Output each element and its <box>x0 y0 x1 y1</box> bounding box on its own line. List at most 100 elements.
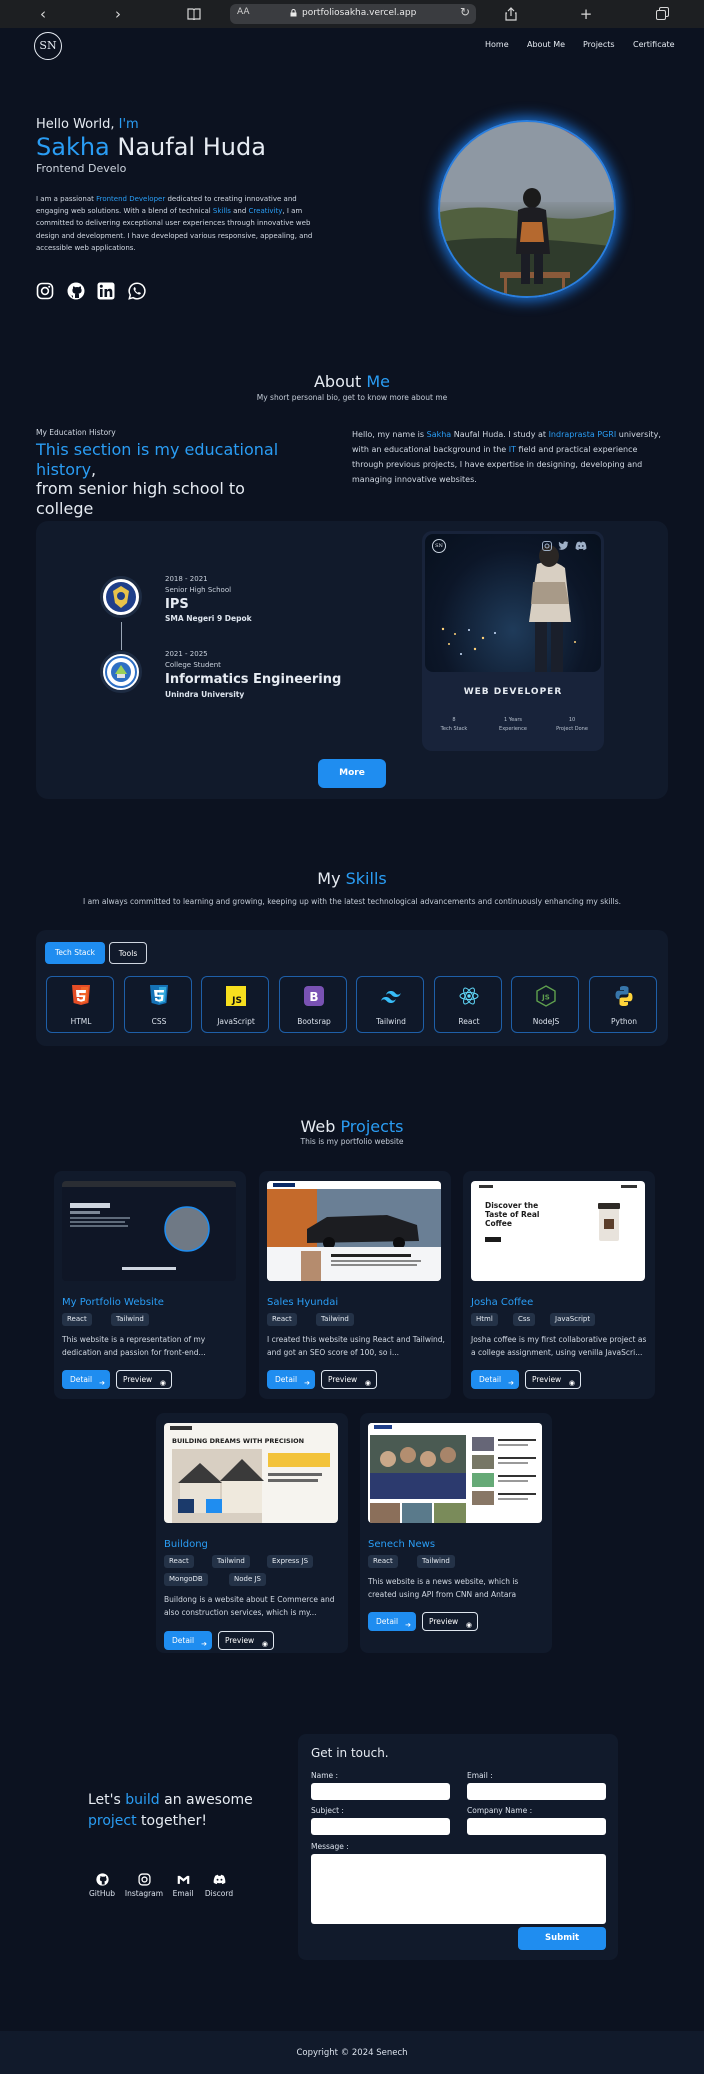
detail-button[interactable]: Detail ➔ <box>267 1370 315 1389</box>
project-title[interactable]: My Portfolio Website <box>62 1297 164 1308</box>
javascript-icon: JS <box>226 986 246 1006</box>
preview-button[interactable]: Preview ◉ <box>525 1370 581 1389</box>
text-size-button[interactable]: AA <box>237 7 250 17</box>
hero-description: I am a passionat Frontend Developer dedi… <box>36 193 318 254</box>
cta-text: an awesome <box>159 1792 253 1808</box>
instagram-icon[interactable] <box>542 541 552 551</box>
email-input[interactable] <box>467 1783 606 1800</box>
lock-icon <box>290 9 297 17</box>
desc-accent: Creativity <box>248 207 283 216</box>
project-title[interactable]: Senech News <box>368 1539 435 1550</box>
name-input[interactable] <box>311 1783 450 1800</box>
form-title: Get in touch. <box>311 1746 389 1760</box>
company-label: Company Name : <box>467 1806 533 1815</box>
preview-label: Preview <box>123 1375 153 1384</box>
profile-card: SN WEB DEVELOPER 8 Tech Stack 1 Years Expe… <box>422 531 604 751</box>
github-icon[interactable] <box>67 282 85 300</box>
bio-text: Naufal Huda. I study at <box>451 430 549 439</box>
linkedin-icon[interactable] <box>97 282 115 300</box>
nav-about-link[interactable]: About Me <box>527 40 565 49</box>
react-icon <box>459 987 479 1005</box>
project-title[interactable]: Josha Coffee <box>471 1297 533 1308</box>
skill-label: HTML <box>70 1017 92 1026</box>
reload-icon[interactable]: ↻ <box>460 5 470 19</box>
screenshot-heading: Discover the Taste of Real Coffee <box>485 1201 540 1228</box>
detail-button[interactable]: Detail ➔ <box>368 1612 416 1631</box>
desc-accent: Frontend Developer <box>96 195 166 203</box>
twitter-icon[interactable] <box>558 541 569 551</box>
bookmarks-icon[interactable] <box>183 3 205 25</box>
projects-subtitle: This is my portfolio website <box>300 1137 404 1146</box>
school-logo <box>100 576 142 618</box>
tab-tech-stack[interactable]: Tech Stack <box>45 942 105 964</box>
address-bar[interactable]: AA portfoliosakha.vercel.app ↻ <box>230 4 476 24</box>
project-description: Buildong is a website about E Commerce a… <box>164 1595 335 1617</box>
project-card: My Portfolio Website React Tailwind This… <box>54 1171 246 1399</box>
tag-tailwind: Tailwind <box>316 1313 354 1326</box>
eye-icon: ◉ <box>261 1640 268 1648</box>
forward-icon[interactable]: › <box>107 3 129 25</box>
detail-button[interactable]: Detail ➔ <box>471 1370 519 1389</box>
timeline-school: Unindra University <box>165 690 245 699</box>
hero-role: Frontend Develo <box>36 162 127 175</box>
timeline-level: Senior High School <box>165 586 232 594</box>
contact-cta: Let's build an awesome project together! <box>88 1790 268 1832</box>
stat-experience: 1 Years Experience <box>483 716 543 734</box>
bio-accent: Sakha <box>426 430 452 439</box>
project-description: This website is a representation of my d… <box>62 1335 206 1357</box>
back-icon[interactable]: ‹ <box>32 3 54 25</box>
share-icon[interactable] <box>500 3 522 25</box>
whatsapp-icon[interactable] <box>128 282 146 300</box>
message-textarea[interactable] <box>311 1854 606 1924</box>
nav-certificate-link[interactable]: Certificate <box>633 40 675 49</box>
bootstrap-icon: B <box>304 986 324 1006</box>
preview-button[interactable]: Preview ◉ <box>116 1370 172 1389</box>
site-logo[interactable]: SN <box>34 32 62 60</box>
tag-tailwind: Tailwind <box>212 1555 250 1568</box>
url-text: portfoliosakha.vercel.app <box>302 8 417 18</box>
card-title: WEB DEVELOPER <box>463 687 563 697</box>
preview-label: Preview <box>225 1636 255 1645</box>
contact-instagram-link[interactable]: Instagram <box>124 1873 164 1898</box>
submit-button[interactable]: Submit <box>518 1927 606 1950</box>
svg-text:JS: JS <box>231 996 242 1006</box>
subject-input[interactable] <box>311 1818 450 1835</box>
preview-button[interactable]: Preview ◉ <box>422 1612 478 1631</box>
more-button[interactable]: More <box>318 759 386 788</box>
instagram-icon[interactable] <box>36 282 54 300</box>
footer: Copyright © 2024 Senech <box>0 2031 704 2074</box>
new-tab-icon[interactable]: + <box>575 3 597 25</box>
project-description: This website is a news website, which is… <box>368 1577 519 1599</box>
tag-javascript: JavaScript <box>550 1313 596 1326</box>
company-input[interactable] <box>467 1818 606 1835</box>
project-description: I created this website using React and T… <box>267 1335 445 1357</box>
tag-express: Express JS <box>267 1555 314 1568</box>
project-screenshot: Discover the Taste of Real Coffee <box>471 1181 645 1281</box>
nav-home-link[interactable]: Home <box>485 40 509 49</box>
preview-button[interactable]: Preview ◉ <box>321 1370 377 1389</box>
projects-title: Web Projects <box>0 1117 704 1136</box>
detail-button[interactable]: Detail ➔ <box>62 1370 110 1389</box>
timeline-years: 2021 - 2025 <box>165 650 208 658</box>
contact-discord-link[interactable]: Discord <box>199 1873 239 1898</box>
tag-react: React <box>267 1313 297 1326</box>
tabs-icon[interactable] <box>651 3 673 25</box>
tab-tools[interactable]: Tools <box>109 942 147 964</box>
nav-projects-link[interactable]: Projects <box>583 40 615 49</box>
contact-github-link[interactable]: GitHub <box>82 1873 122 1898</box>
title-accent: Me <box>366 372 391 391</box>
preview-button[interactable]: Preview ◉ <box>218 1631 274 1650</box>
discord-icon[interactable] <box>575 541 587 551</box>
card-logo: SN <box>432 539 446 553</box>
detail-button[interactable]: Detail ➔ <box>164 1631 212 1650</box>
preview-label: Preview <box>328 1375 358 1384</box>
project-title[interactable]: Sales Hyundai <box>267 1297 338 1308</box>
desc-text: and <box>230 207 249 216</box>
contact-email-link[interactable]: Email <box>163 1873 203 1898</box>
project-title[interactable]: Buildong <box>164 1539 208 1550</box>
timeline-years: 2018 - 2021 <box>165 575 208 583</box>
css3-icon <box>150 985 168 1005</box>
stat-label: Tech Stack <box>440 726 468 732</box>
skills-subtitle: I am always committed to learning and gr… <box>82 897 622 906</box>
skill-bootstrap: B Bootsrap <box>279 976 347 1033</box>
